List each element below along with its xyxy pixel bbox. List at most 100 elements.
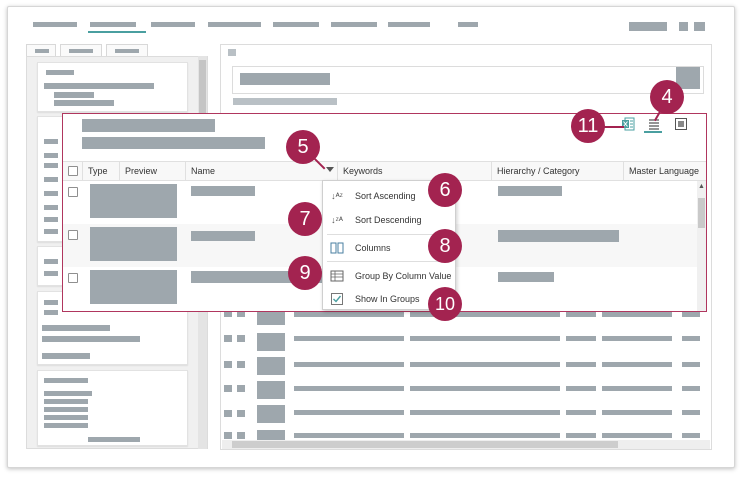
nav-item-6[interactable] [331,22,377,27]
nav-item-8[interactable] [458,22,478,27]
col-header-preview[interactable]: Preview [120,162,186,181]
group-by-icon [330,269,344,283]
left-card-5[interactable] [37,370,188,446]
nav-active-underline [88,31,146,33]
nav-item-7[interactable] [388,22,430,27]
row-b-icon-1 [224,335,232,342]
row-c-col-3 [566,362,596,367]
column-menu-dropdown-icon[interactable] [326,167,334,172]
nav-item-3[interactable] [151,22,195,27]
card-5-line-3 [44,407,88,412]
menu-separator [327,261,451,262]
row-e-thumb [257,405,285,423]
row-c-icon-2 [237,361,245,368]
menu-item-group-by-column-value[interactable]: Group By Column Value [323,264,455,288]
col-header-name[interactable]: Name [186,162,338,181]
nav-item-2[interactable] [90,22,136,27]
row-checkbox[interactable] [68,273,78,283]
asset-title [240,73,330,85]
menu-item-label: Show In Groups [355,294,420,304]
left-tab-2[interactable] [60,44,102,56]
col-select-all[interactable] [63,162,83,181]
menu-item-label: Sort Descending [355,215,422,225]
nav-icon-a[interactable] [679,22,688,31]
row-b-col-5 [682,336,700,341]
card-3-line-1 [44,259,58,264]
row-b-col-1 [294,336,404,341]
columns-icon [330,241,344,255]
callout-10: 10 [428,287,462,321]
row-e-col-3 [566,410,596,415]
row-e-col-5 [682,410,700,415]
left-tab-2-label [69,49,93,53]
row-preview-thumb [90,270,177,304]
list-view-active-underline [644,131,662,133]
row-c-thumb [257,357,285,375]
col-header-keywords[interactable]: Keywords [338,162,492,181]
row-a-col-1 [294,312,404,317]
scroll-up-arrow-icon[interactable]: ▲ [698,183,705,190]
row-c-col-1 [294,362,404,367]
col-header-type[interactable]: Type [83,162,120,181]
row-hierarchy [498,186,562,196]
row-d-col-4 [602,386,672,391]
row-c-col-2 [410,362,560,367]
col-header-hierarchy[interactable]: Hierarchy / Category [492,162,624,181]
nav-item-5[interactable] [273,22,319,27]
left-tab-1[interactable] [26,44,56,56]
nav-item-4[interactable] [208,22,261,27]
row-d-col-3 [566,386,596,391]
sort-ascending-icon: ↓ᴬᶻ [331,191,343,201]
row-hierarchy [498,230,619,242]
left-card-1[interactable] [37,62,188,112]
card-2-line-1 [44,139,58,144]
nav-user-menu[interactable] [629,22,667,31]
nav-icon-b[interactable] [694,22,705,31]
card-1-line-3 [54,100,114,106]
left-tab-3[interactable] [106,44,148,56]
export-excel-icon[interactable] [621,117,635,131]
row-b-thumb [257,333,285,351]
horizontal-scroll-thumb[interactable] [232,441,618,448]
row-f-col-2 [410,433,560,438]
menu-item-label: Group By Column Value [355,271,452,281]
card-2-line-4 [44,177,58,182]
row-f-icon-1 [224,432,232,439]
card-2-line-5 [44,191,58,196]
row-checkbox[interactable] [68,187,78,197]
card-5-line-5 [44,423,88,428]
row-hierarchy [498,272,554,282]
sort-descending-icon: ↓ᶻᴬ [331,215,343,225]
left-tab-1-label [35,49,49,53]
card-1-title [46,70,74,75]
row-f-col-1 [294,433,404,438]
col-header-master-language[interactable]: Master Language [624,162,706,181]
row-a-thumb [257,311,285,325]
row-a-col-4 [602,312,672,317]
card-1-line-1 [44,83,154,89]
row-f-col-4 [602,433,672,438]
callout-8: 8 [428,229,462,263]
select-all-checkbox[interactable] [68,166,78,176]
card-1-line-2 [54,92,94,98]
row-e-col-1 [294,410,404,415]
card-2-line-7 [44,217,58,222]
row-c-col-5 [682,362,700,367]
row-b-col-2 [410,336,560,341]
grid-scroll-thumb[interactable] [698,198,705,228]
menu-item-sort-descending[interactable]: ↓ᶻᴬ Sort Descending [323,208,455,232]
checkbox-checked-icon [330,292,344,306]
right-panel-tab[interactable] [228,49,236,56]
row-e-col-4 [602,410,672,415]
nav-item-1[interactable] [33,22,77,27]
overlay-title [82,119,215,132]
detail-view-icon[interactable] [674,117,688,131]
card-5-line-2 [44,399,88,404]
callout-5: 5 [286,130,320,164]
left-panel-tabs [26,44,206,56]
row-checkbox[interactable] [68,230,78,240]
row-preview-thumb [90,184,177,218]
row-d-thumb [257,381,285,399]
row-b-icon-2 [237,335,245,342]
callout-4: 4 [650,80,684,114]
